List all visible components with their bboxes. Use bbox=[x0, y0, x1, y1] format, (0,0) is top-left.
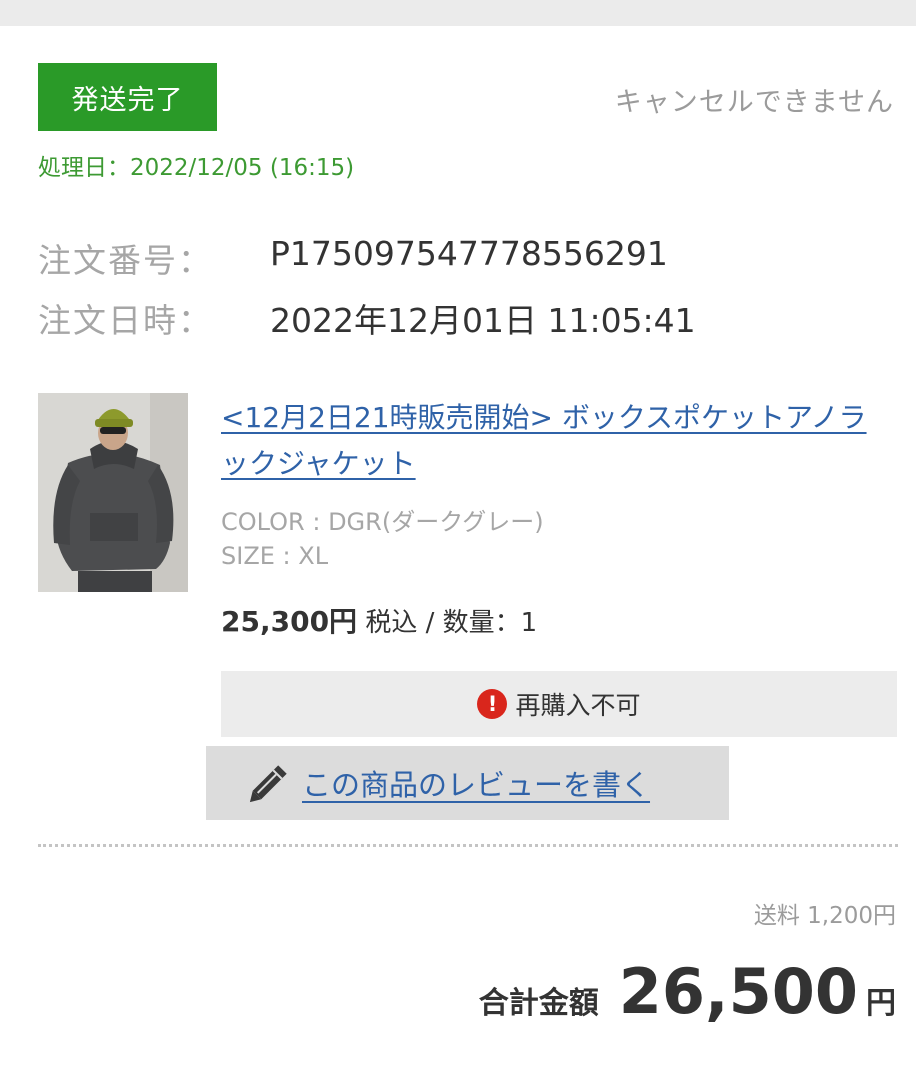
order-number-label: 注文番号： bbox=[38, 241, 213, 280]
total-value: 26,500 bbox=[618, 955, 858, 1028]
order-number-value: P175097547778556291 bbox=[270, 234, 668, 273]
cancel-note: キャンセルできません bbox=[614, 87, 894, 118]
price-line: 25,300円 税込 / 数量：1 bbox=[221, 600, 537, 640]
write-review-label[interactable]: この商品のレビューを書く bbox=[302, 762, 650, 804]
shipping-fee: 送料 1,200円 bbox=[753, 903, 896, 929]
status-badge: 発送完了 bbox=[38, 63, 217, 131]
order-number-row: 注文番号： P175097547778556291 bbox=[38, 234, 668, 282]
no-rebuy-notice: ! 再購入不可 bbox=[221, 671, 897, 737]
product-price: 25,300円 bbox=[221, 605, 358, 638]
order-date-row: 注文日時： 2022年12月01日 11:05:41 bbox=[38, 294, 696, 342]
divider bbox=[38, 844, 898, 847]
price-note: 税込 / 数量：1 bbox=[357, 608, 538, 638]
top-strip bbox=[0, 0, 916, 26]
total-label: 合計金額 bbox=[478, 986, 599, 1021]
pencil-icon bbox=[249, 765, 287, 803]
product-image[interactable] bbox=[38, 393, 188, 592]
total-unit: 円 bbox=[866, 986, 896, 1021]
product-color: COLOR : DGR(ダークグレー) bbox=[221, 508, 544, 536]
process-date: 処理日：2022/12/05 (16:15) bbox=[38, 155, 355, 181]
no-rebuy-label: 再購入不可 bbox=[515, 691, 641, 720]
write-review-button[interactable]: この商品のレビューを書く bbox=[206, 746, 729, 820]
order-date-value: 2022年12月01日 11:05:41 bbox=[270, 301, 696, 340]
order-date-label: 注文日時： bbox=[38, 301, 213, 340]
product-size: SIZE : XL bbox=[221, 542, 329, 570]
product-title-link[interactable]: <12月2日21時販売開始> ボックスポケットアノラックジャケット bbox=[221, 395, 891, 487]
order-total: 合計金額 26,500 円 bbox=[479, 955, 896, 1028]
alert-icon: ! bbox=[477, 689, 508, 719]
